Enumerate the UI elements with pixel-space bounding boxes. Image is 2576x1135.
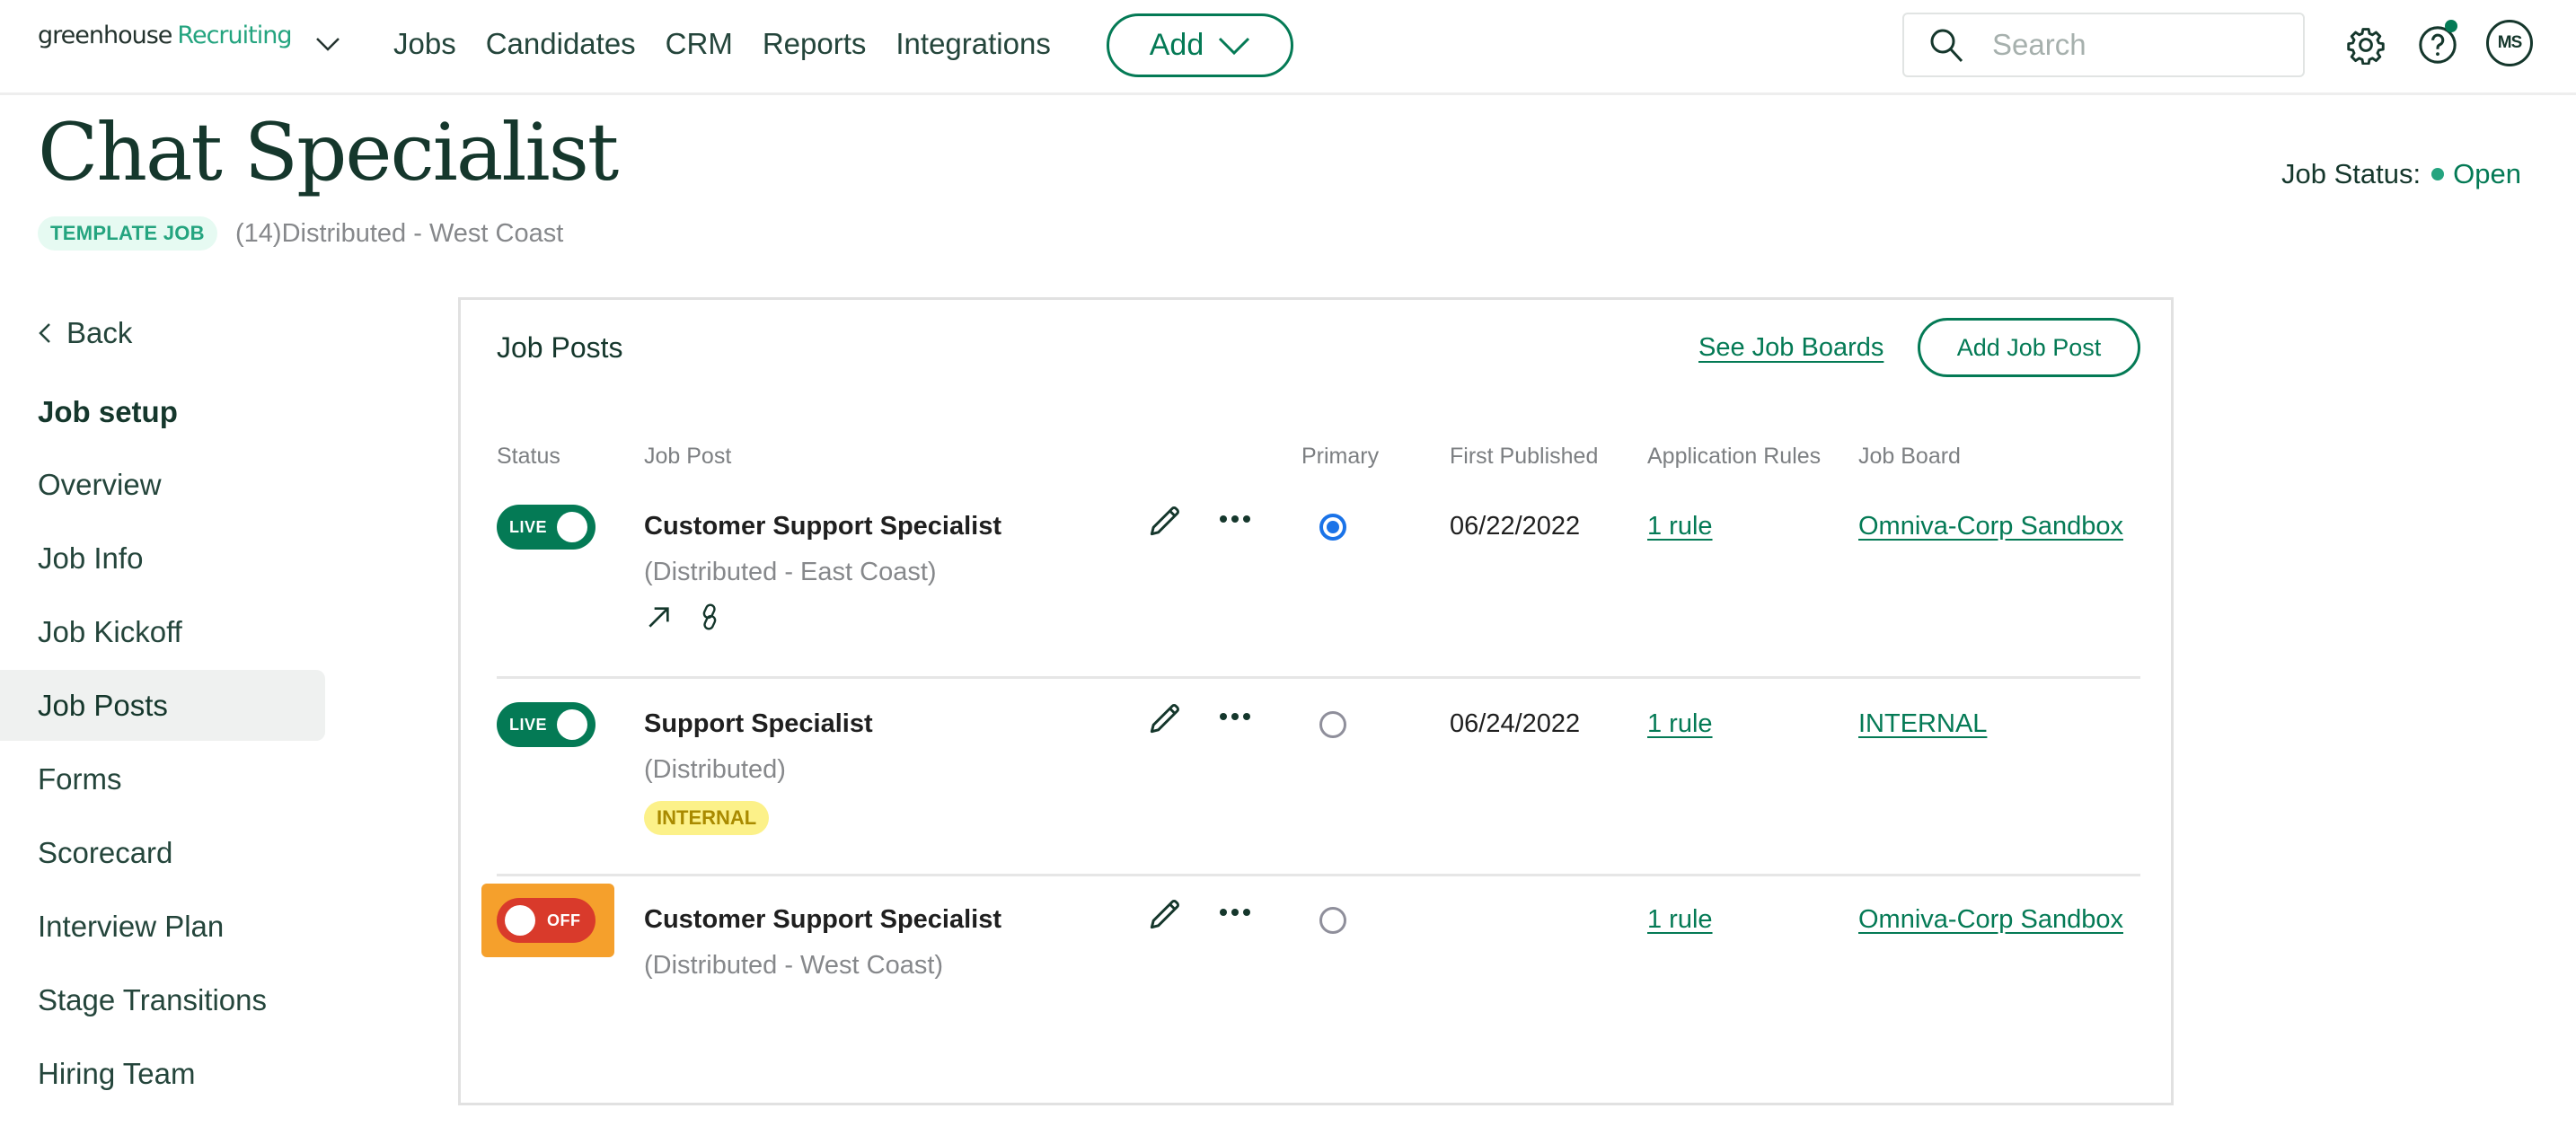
job-post-quick-actions (644, 602, 725, 632)
sidebar-item-job-posts[interactable]: Job Posts (0, 670, 325, 741)
toggle-label: LIVE (509, 715, 548, 734)
status-toggle-live[interactable]: LIVE (497, 505, 595, 550)
edit-pencil-icon[interactable] (1145, 699, 1185, 738)
primary-radio-selected[interactable] (1319, 514, 1346, 541)
card-title: Job Posts (497, 331, 623, 364)
settings-button[interactable] (2341, 20, 2391, 70)
chevron-left-icon (39, 323, 50, 343)
job-board-link[interactable]: INTERNAL (1858, 709, 1987, 739)
first-published-date: 06/22/2022 (1450, 512, 1581, 541)
job-post-location: (Distributed) (644, 755, 786, 784)
nav-candidates[interactable]: Candidates (486, 27, 636, 61)
notification-dot (2445, 20, 2457, 32)
nav-jobs[interactable]: Jobs (393, 27, 456, 61)
job-post-name[interactable]: Support Specialist (644, 709, 873, 739)
application-rules-link[interactable]: 1 rule (1647, 905, 1713, 935)
toggle-knob (505, 905, 535, 936)
see-job-boards-link[interactable]: See Job Boards (1698, 333, 1883, 363)
job-board-link[interactable]: Omniva-Corp Sandbox (1858, 905, 2123, 935)
job-post-row: LIVE Support Specialist (Distributed) IN… (497, 702, 2140, 876)
job-post-row: LIVE Customer Support Specialist (Distri… (497, 505, 2140, 679)
sidebar-item-job-info[interactable]: Job Info (0, 523, 325, 594)
add-job-post-button[interactable]: Add Job Post (1918, 318, 2140, 377)
more-options-icon[interactable] (1215, 893, 1255, 932)
status-dot-icon (2431, 168, 2445, 180)
toggle-label: LIVE (509, 517, 548, 536)
nav-reports[interactable]: Reports (763, 27, 867, 61)
edit-pencil-icon[interactable] (1145, 501, 1185, 541)
internal-badge: INTERNAL (644, 801, 770, 835)
column-header-status: Status (497, 444, 560, 469)
logo-secondary: Recruiting (177, 22, 292, 49)
sidebar-item-interview-plan[interactable]: Interview Plan (0, 891, 325, 962)
sidebar-item-overview[interactable]: Overview (0, 449, 325, 520)
external-link-icon[interactable] (644, 602, 675, 632)
status-toggle-live[interactable]: LIVE (497, 702, 595, 747)
primary-radio[interactable] (1319, 907, 1346, 934)
job-post-location: (Distributed - East Coast) (644, 558, 937, 586)
gear-icon (2347, 28, 2385, 65)
sidebar-item-stage-transitions[interactable]: Stage Transitions (0, 964, 325, 1035)
job-post-location: (Distributed - West Coast) (644, 951, 944, 980)
back-label: Back (66, 316, 133, 349)
toggle-knob (557, 709, 587, 740)
more-options-icon[interactable] (1215, 499, 1255, 539)
search-icon (1930, 29, 1963, 63)
nav-integrations[interactable]: Integrations (895, 27, 1050, 61)
user-avatar[interactable]: MS (2486, 20, 2533, 66)
add-button-label: Add (1149, 28, 1204, 62)
chevron-down-icon[interactable] (314, 32, 341, 56)
toggle-knob (557, 512, 587, 542)
column-header-job-board: Job Board (1858, 444, 1961, 469)
sidebar-item-forms[interactable]: Forms (0, 743, 325, 814)
template-job-badge: TEMPLATE JOB (38, 216, 217, 251)
application-rules-link[interactable]: 1 rule (1647, 512, 1713, 541)
sidebar-item-hiring-team[interactable]: Hiring Team (0, 1038, 325, 1109)
more-options-icon[interactable] (1215, 697, 1255, 736)
application-rules-link[interactable]: 1 rule (1647, 709, 1713, 739)
job-status: Job Status: Open (2281, 158, 2521, 190)
add-button[interactable]: Add (1107, 13, 1293, 77)
top-navigation-bar: greenhouse Recruiting Jobs Candidates CR… (0, 0, 2576, 95)
column-header-primary: Primary (1301, 444, 1380, 469)
job-status-value[interactable]: Open (2453, 158, 2521, 190)
page-title: Chat Specialist (38, 106, 619, 198)
column-header-first-published: First Published (1450, 444, 1599, 469)
primary-radio[interactable] (1319, 711, 1346, 738)
sidebar-item-job-kickoff[interactable]: Job Kickoff (0, 596, 325, 667)
column-header-job-post: Job Post (644, 444, 732, 469)
first-published-date: 06/24/2022 (1450, 709, 1581, 738)
job-board-link[interactable]: Omniva-Corp Sandbox (1858, 512, 2123, 541)
status-toggle-off[interactable]: OFF (497, 898, 595, 943)
search-input[interactable] (1992, 28, 2280, 62)
job-post-name[interactable]: Customer Support Specialist (644, 512, 1001, 541)
job-posts-card: Job Posts See Job Boards Add Job Post St… (458, 297, 2174, 1105)
job-status-label: Job Status: (2281, 158, 2422, 189)
job-post-row: OFF Customer Support Specialist (Distrib… (481, 884, 2140, 1033)
chevron-down-icon (1219, 37, 1250, 55)
edit-pencil-icon[interactable] (1145, 894, 1185, 934)
search-box[interactable] (1902, 13, 2305, 77)
column-header-application-rules: Application Rules (1647, 444, 1822, 469)
job-post-name[interactable]: Customer Support Specialist (644, 905, 1001, 935)
sidebar-item-scorecard[interactable]: Scorecard (0, 817, 325, 888)
main-nav: Jobs Candidates CRM Reports Integrations (393, 27, 1051, 61)
help-button[interactable] (2413, 20, 2463, 70)
greenhouse-logo[interactable]: greenhouse Recruiting (38, 22, 292, 49)
back-link[interactable]: Back (38, 316, 132, 350)
link-icon[interactable] (694, 602, 725, 632)
logo-primary: greenhouse (38, 22, 172, 49)
nav-crm[interactable]: CRM (666, 27, 733, 61)
sidebar-heading: Job setup (38, 395, 178, 428)
toggle-label: OFF (547, 911, 581, 929)
job-location: (14)Distributed - West Coast (235, 219, 564, 248)
